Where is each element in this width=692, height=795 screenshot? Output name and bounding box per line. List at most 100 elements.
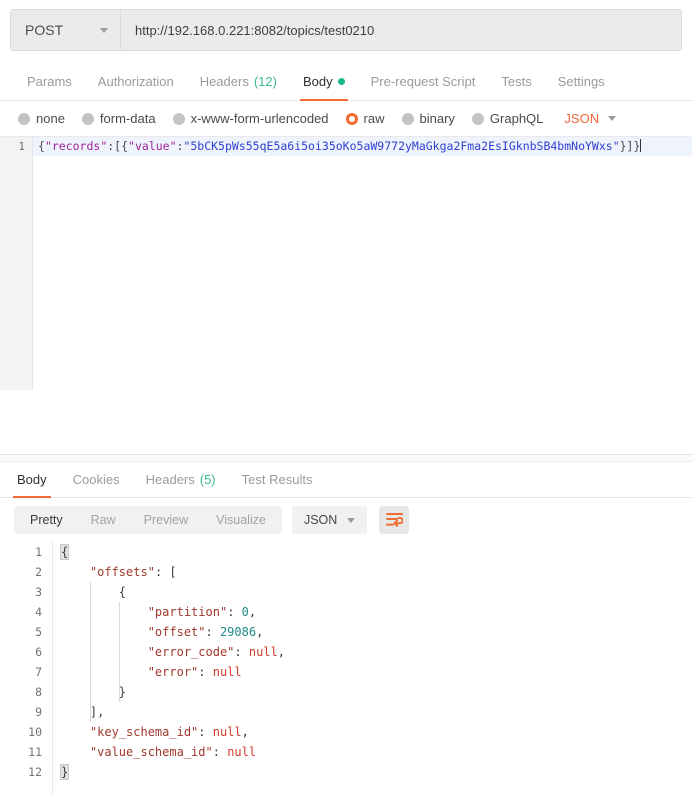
radio-icon [471, 112, 484, 125]
radio-label: binary [419, 111, 455, 126]
code-token-punc: : [234, 645, 249, 659]
http-method-select[interactable]: POST [11, 10, 121, 50]
body-format-select[interactable]: JSON [564, 111, 617, 126]
code-token-punc: :[{ [107, 139, 129, 153]
code-token-punc: }]} [619, 139, 641, 153]
request-tab-body[interactable]: Body [290, 63, 358, 101]
line-number: 3 [35, 585, 42, 599]
request-tab-settings[interactable]: Settings [545, 63, 618, 100]
response-tab-headers[interactable]: Headers (5) [133, 462, 229, 497]
response-format-select[interactable]: JSON [291, 506, 368, 534]
chevron-down-icon [347, 517, 356, 523]
code-token-key: "offset" [147, 625, 206, 639]
body-format-label: JSON [564, 111, 600, 126]
request-tab-tests[interactable]: Tests [488, 63, 544, 100]
response-code-line[interactable]: } [53, 682, 692, 702]
tab-label: Tests [501, 74, 532, 89]
request-pane: POST http://192.168.0.221:8082/topics/te… [0, 9, 692, 454]
code-token-punc [61, 745, 90, 759]
line-number: 6 [35, 645, 42, 659]
body-type-radio-binary[interactable]: binary [401, 111, 455, 126]
line-number: 9 [35, 705, 42, 719]
body-type-radio-form-data[interactable]: form-data [81, 111, 156, 126]
code-token-brace-hl: } [59, 764, 70, 780]
tab-label: Cookies [72, 472, 120, 487]
response-code-line[interactable]: ], [53, 702, 692, 722]
line-number: 4 [35, 605, 42, 619]
code-token-num: 0 [241, 605, 249, 619]
request-url-bar: POST http://192.168.0.221:8082/topics/te… [10, 9, 682, 51]
body-type-radio-x-www-form-urlencoded[interactable]: x-www-form-urlencoded [172, 111, 329, 126]
response-code-line[interactable]: "key_schema_id": null, [53, 722, 692, 742]
code-token-key: "key_schema_id" [89, 725, 199, 739]
request-tab-authorization[interactable]: Authorization [85, 63, 187, 100]
code-token-null: null [248, 645, 278, 659]
response-format-label: JSON [303, 513, 338, 527]
response-code-line[interactable]: "offsets": [ [53, 562, 692, 582]
response-code-line[interactable]: "offset": 29086, [53, 622, 692, 642]
response-tab-body[interactable]: Body [4, 462, 60, 498]
text-cursor [640, 139, 642, 152]
request-url-input[interactable]: http://192.168.0.221:8082/topics/test021… [121, 10, 681, 50]
response-view-pretty[interactable]: Pretty [16, 506, 77, 534]
code-token-key: "offsets" [89, 565, 155, 579]
tab-label: Settings [557, 74, 605, 89]
request-tab-pre-request-script[interactable]: Pre-request Script [358, 63, 489, 100]
code-token-punc: : [ [154, 565, 177, 579]
code-token-null: null [212, 725, 242, 739]
code-token-punc: { [61, 585, 127, 599]
code-token-punc: , [248, 605, 257, 619]
request-editor-code[interactable]: {"records":[{"value":"5bCK5pWs55qE5a6i5o… [33, 137, 692, 390]
code-token-null: null [212, 665, 242, 679]
request-tab-params[interactable]: Params [14, 63, 85, 100]
wrap-text-glyph [385, 513, 403, 527]
response-editor-code[interactable]: { "offsets": [ { "partition": 0, "offset… [53, 542, 692, 795]
radio-icon [401, 112, 414, 125]
tab-label: Params [27, 74, 72, 89]
tab-count-badge: (5) [199, 472, 216, 487]
radio-icon [172, 112, 185, 125]
tab-label: Pre-request Script [370, 74, 476, 89]
body-type-radio-raw[interactable]: raw [345, 111, 385, 126]
response-body-viewer[interactable]: 1 2 3 4 5 6 7 8 9 10 11 12 { "offsets": [ { "partit… [0, 542, 692, 795]
request-code-line[interactable]: {"records":[{"value":"5bCK5pWs55qE5a6i5o… [33, 137, 692, 156]
request-body-editor[interactable]: 1 {"records":[{"value":"5bCK5pWs55qE5a6i… [0, 137, 692, 390]
response-pane: Body Cookies Headers (5) Test Results Pretty… [0, 462, 692, 795]
radio-icon [18, 112, 30, 125]
response-view-preview[interactable]: Preview [130, 506, 202, 534]
code-token-punc: : [198, 665, 213, 679]
code-token-num: 29086 [219, 625, 257, 639]
request-editor-gutter: 1 [0, 137, 33, 390]
response-code-line[interactable]: "error_code": null, [53, 642, 692, 662]
request-tab-headers[interactable]: Headers (12) [187, 63, 290, 100]
response-code-line[interactable]: "error": null [53, 662, 692, 682]
response-code-line[interactable]: "value_schema_id": null [53, 742, 692, 762]
response-code-line[interactable]: { [53, 542, 692, 562]
code-token-punc: : [198, 725, 213, 739]
response-view-visualize[interactable]: Visualize [202, 506, 280, 534]
response-code-line[interactable]: } [53, 762, 692, 782]
code-token-punc: , [256, 625, 264, 639]
chevron-down-icon [100, 27, 108, 33]
response-code-line[interactable]: "partition": 0, [53, 602, 692, 622]
code-token-null: null [227, 745, 257, 759]
body-type-radio-none[interactable]: none [18, 111, 65, 126]
response-code-line[interactable]: { [53, 582, 692, 602]
response-tab-test-results[interactable]: Test Results [229, 462, 326, 497]
http-method-label: POST [25, 22, 64, 38]
wrap-text-icon[interactable] [379, 506, 410, 534]
pane-divider[interactable] [0, 454, 692, 462]
body-type-row: none form-data x-www-form-urlencoded raw bin… [0, 101, 692, 137]
tab-label: Headers [145, 472, 195, 487]
radio-label: x-www-form-urlencoded [190, 111, 329, 126]
code-token-punc: } [61, 685, 127, 699]
response-view-raw[interactable]: Raw [77, 506, 130, 534]
tab-count-badge: (12) [253, 74, 277, 89]
body-type-radio-graphql[interactable]: GraphQL [471, 111, 543, 126]
response-view-group: Pretty Raw Preview Visualize [14, 506, 282, 534]
line-number: 10 [28, 725, 42, 739]
code-token-punc: : [205, 625, 220, 639]
line-number: 8 [35, 685, 42, 699]
response-tab-cookies[interactable]: Cookies [60, 462, 133, 497]
code-token-brace-hl: { [59, 544, 70, 560]
